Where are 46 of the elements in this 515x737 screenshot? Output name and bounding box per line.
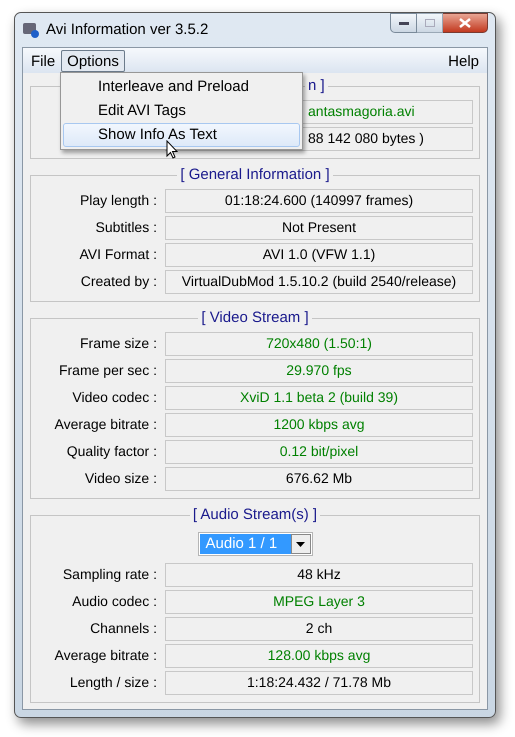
group-title: n ]	[308, 77, 325, 94]
menu-item[interactable]: Options	[61, 50, 125, 72]
value-field: Not Present	[165, 216, 473, 240]
group-title: [ General Information ]	[180, 166, 330, 183]
value-field: 676.62 Mb	[165, 466, 473, 490]
value-field: VirtualDubMod 1.5.10.2 (build 2540/release)	[165, 270, 473, 294]
field-label: Video codec :	[71, 388, 157, 407]
mouse-cursor-icon	[166, 140, 178, 159]
field-label: Audio codec :	[71, 592, 157, 611]
field-label: Sampling rate :	[62, 565, 157, 584]
field-label: Channels :	[89, 619, 157, 638]
group-title: [ Video Stream ]	[201, 309, 309, 326]
field-label: Created by :	[80, 272, 157, 291]
value-field: XviD 1.1 beta 2 (build 39)	[165, 386, 473, 410]
field-label: Subtitles :	[94, 218, 157, 237]
value-field: MPEG Layer 3	[165, 590, 473, 614]
value-field: 29.970 fps	[165, 358, 473, 382]
value-field: 2 ch	[165, 616, 473, 640]
field-label: Video size :	[84, 469, 157, 488]
close-icon	[459, 18, 471, 28]
field-label: Frame per sec :	[58, 361, 157, 380]
group-title: [ Audio Stream(s) ]	[192, 506, 318, 523]
app-icon	[22, 21, 40, 39]
menu-option[interactable]: Interleave and Preload	[63, 75, 300, 99]
menu-item[interactable]: File	[25, 50, 62, 72]
value-field: 01:18:24.600 (140997 frames)	[165, 188, 473, 212]
field-label: Frame size :	[78, 334, 157, 353]
caret-icon	[296, 542, 305, 546]
close-button[interactable]	[443, 13, 488, 33]
field-label: Average bitrate :	[54, 646, 157, 665]
field-label: AVI Format :	[78, 245, 157, 264]
value-field: 128.00 kbps avg	[165, 644, 473, 668]
window-title: Avi Information ver 3.5.2	[46, 20, 210, 40]
value-field: 720x480 (1.50:1)	[165, 332, 473, 356]
field-label: Play length :	[78, 191, 157, 210]
value-field: 1200 kbps avg	[165, 412, 473, 436]
value-field: 0.12 bit/pixel	[165, 440, 473, 464]
field-label: Quality factor :	[66, 442, 157, 461]
field-label: Length / size :	[68, 673, 157, 692]
menu-option[interactable]: Show Info As Text	[63, 123, 300, 147]
value-field: 1:18:24.432 / 71.78 Mb	[165, 670, 473, 694]
value-field: 48 kHz	[165, 562, 473, 586]
minimize-button[interactable]	[390, 13, 417, 33]
menu-item[interactable]: Help	[442, 50, 485, 72]
value-field: AVI 1.0 (VFW 1.1)	[165, 242, 473, 266]
field-label: Average bitrate :	[54, 415, 157, 434]
